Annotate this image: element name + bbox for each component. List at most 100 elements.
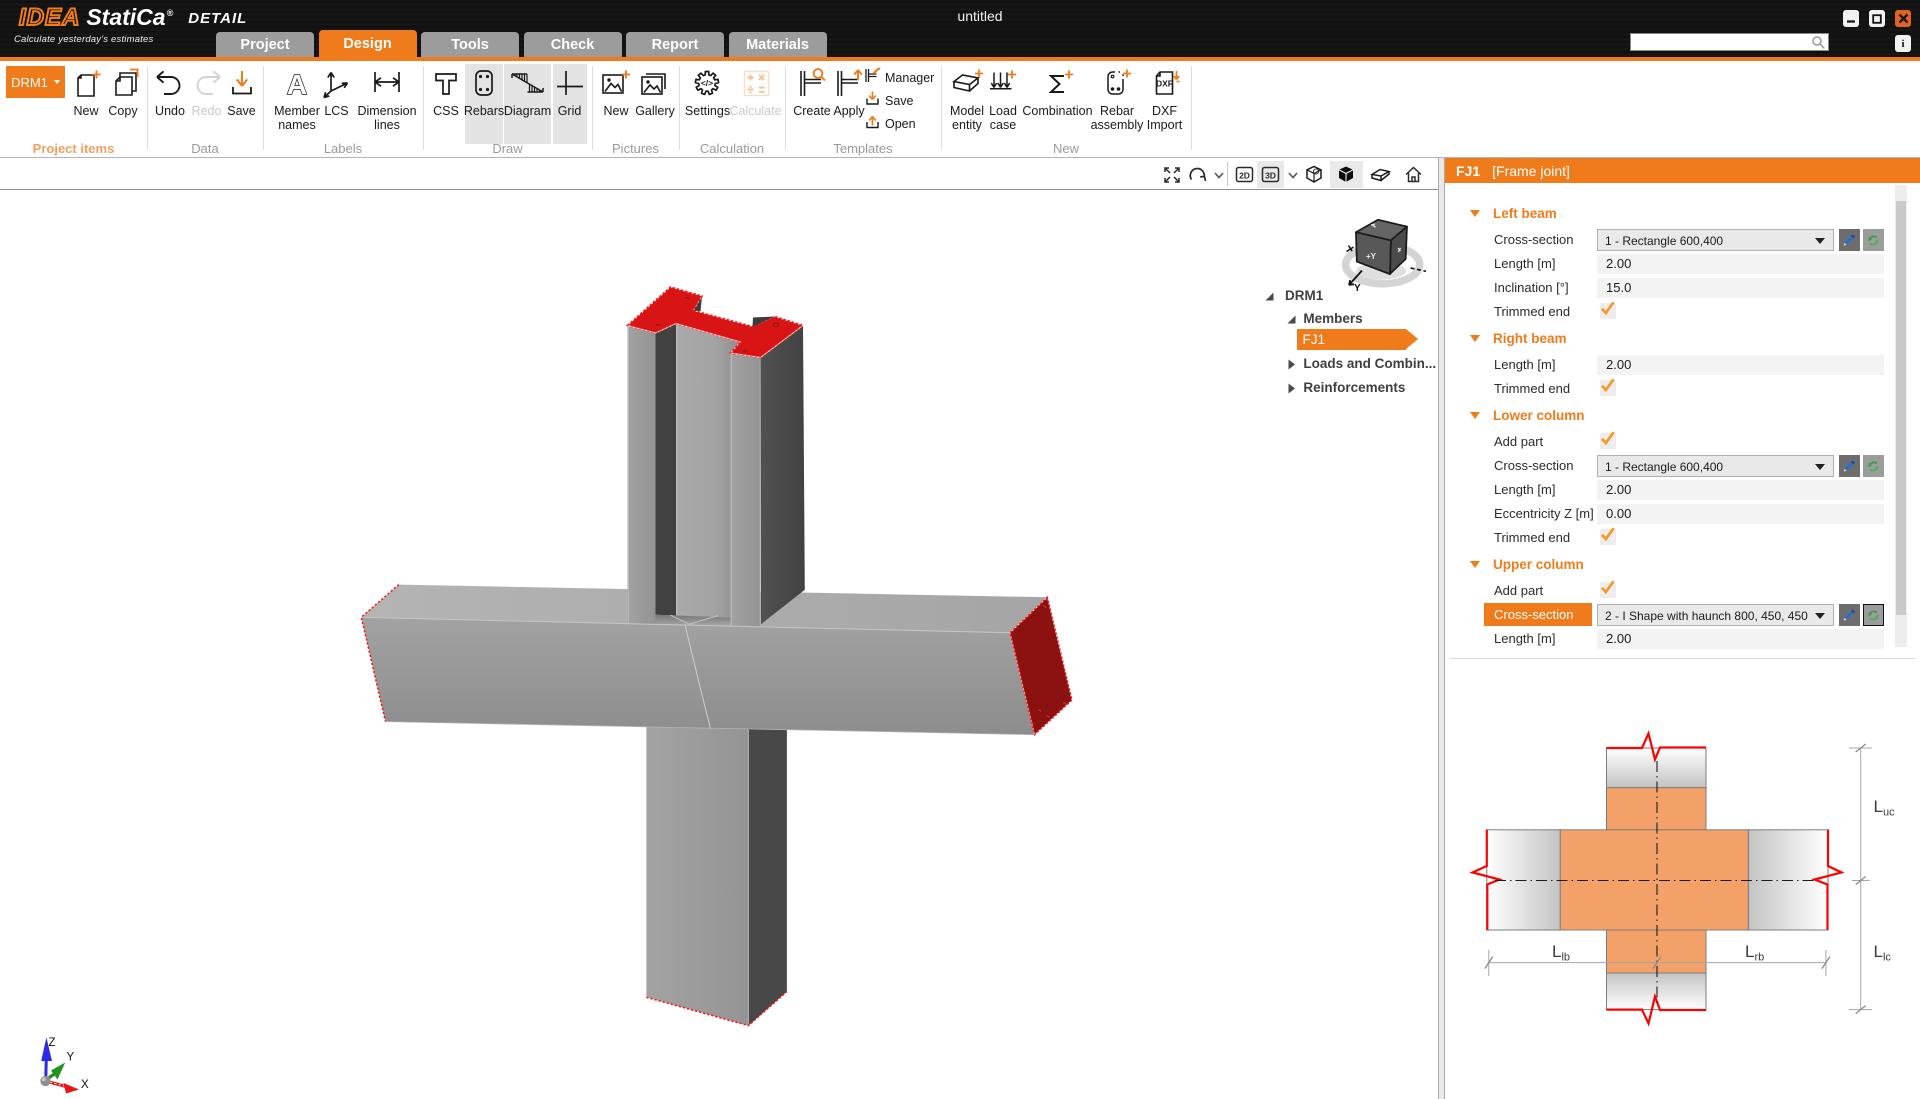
sync-cross-section-button[interactable] — [1863, 604, 1884, 626]
collapse-triangle-icon[interactable] — [1470, 210, 1480, 217]
info-button[interactable]: i — [1895, 35, 1911, 52]
collapse-triangle-icon[interactable] — [1470, 335, 1480, 342]
tab-report[interactable]: Report — [626, 32, 724, 57]
tab-project[interactable]: Project — [216, 32, 314, 57]
load-case-button[interactable]: Load case — [985, 64, 1021, 144]
open-template-button[interactable]: Open — [864, 116, 934, 132]
tree-collapsed-icon[interactable] — [1286, 353, 1297, 375]
section-lower-column[interactable]: Lower column — [1445, 404, 1585, 426]
tree-item-reinforcements[interactable]: Reinforcements — [1303, 376, 1405, 398]
edit-cross-section-button[interactable] — [1839, 229, 1860, 251]
render-section-button[interactable] — [1368, 161, 1394, 188]
property-label: Cross-section — [1494, 458, 1573, 473]
zoom-fit-button[interactable] — [1160, 161, 1184, 188]
ribbon-group-separator — [1191, 66, 1192, 150]
collapse-triangle-icon[interactable] — [1470, 412, 1480, 419]
rebar-assembly-button[interactable]: Rebar assembly — [1088, 64, 1146, 144]
cross-section-dropdown[interactable]: 2 - I Shape with haunch 800, 450, 450 — [1597, 604, 1834, 626]
rebars-button[interactable]: Rebars — [465, 64, 503, 144]
lcs-button[interactable]: LCS — [319, 64, 355, 144]
scrollbar-thumb[interactable] — [1896, 201, 1906, 615]
property-value-field[interactable]: 2.00 — [1597, 355, 1884, 375]
template-apply-icon — [831, 64, 867, 104]
sync-cross-section-button[interactable] — [1863, 455, 1884, 477]
save-template-button[interactable]: Save — [864, 93, 934, 109]
navigation-cube[interactable]: +Y Y — [1336, 205, 1436, 300]
dimension-lines-button[interactable]: Dimension lines — [356, 64, 418, 144]
ribbon-tabs: ProjectDesignToolsCheckReportMaterials — [216, 32, 831, 57]
new-button[interactable]: New — [67, 64, 105, 144]
member-names-button[interactable]: AMember names — [271, 64, 323, 144]
edit-cross-section-button[interactable] — [1839, 604, 1860, 626]
checkbox-checked[interactable] — [1600, 380, 1616, 396]
project-item-selector[interactable]: DRM1 — [6, 66, 65, 98]
model-entity-button[interactable]: Model entity — [946, 64, 988, 144]
apply-button[interactable]: Apply — [830, 64, 868, 144]
orbit-button[interactable] — [1186, 161, 1212, 188]
tab-design[interactable]: Design — [319, 30, 417, 57]
tree-item-members[interactable]: Members — [1303, 307, 1362, 329]
tab-check[interactable]: Check — [524, 32, 622, 57]
section-left-beam[interactable]: Left beam — [1445, 202, 1557, 224]
sync-cross-section-button[interactable] — [1863, 229, 1884, 251]
orbit-options-button[interactable] — [1211, 161, 1226, 188]
checkbox-checked[interactable] — [1600, 433, 1616, 449]
render-solid-button[interactable] — [1330, 161, 1363, 188]
copy-button[interactable]: Copy — [103, 64, 143, 144]
undo-button[interactable]: Undo — [148, 64, 192, 144]
checkbox-checked[interactable] — [1600, 303, 1616, 319]
navcube-face-label: +Y — [1366, 252, 1377, 261]
tree-expanded-icon[interactable] — [1286, 308, 1297, 330]
property-value-field[interactable]: 2.00 — [1597, 629, 1884, 649]
property-value-field[interactable]: 0.00 — [1597, 504, 1884, 524]
dxf-import-button[interactable]: DXFDXF Import — [1142, 64, 1188, 144]
property-value-field[interactable]: 15.0 — [1597, 278, 1884, 298]
manager-template-button[interactable]: Manager — [864, 70, 934, 86]
close-button[interactable] — [1895, 10, 1911, 27]
css-button[interactable]: CSS — [428, 64, 464, 144]
cross-section-dropdown[interactable]: 1 - Rectangle 600,400 — [1597, 455, 1834, 477]
dim-label-luc: Luc — [1874, 797, 1896, 819]
view-2d-button[interactable]: 2D — [1233, 161, 1256, 188]
grid-button[interactable]: Grid — [553, 64, 587, 144]
collapse-triangle-icon[interactable] — [1470, 561, 1480, 568]
create-button[interactable]: Create — [791, 64, 833, 144]
picture-new-icon — [598, 64, 634, 104]
property-value-field[interactable]: 2.00 — [1597, 480, 1884, 500]
tab-tools[interactable]: Tools — [421, 32, 519, 57]
minimize-button[interactable] — [1843, 10, 1859, 27]
panel-splitter[interactable] — [1438, 158, 1445, 1099]
section-upper-column[interactable]: Upper column — [1445, 553, 1584, 575]
view-options-button[interactable] — [1285, 161, 1300, 188]
tree-expanded-icon[interactable] — [1264, 285, 1275, 307]
viewport-3d[interactable]: +Y Y DRM1MembersFJ1Loads and Combin...Re… — [0, 191, 1438, 1099]
search-input[interactable] — [1630, 33, 1829, 51]
new-button[interactable]: New — [598, 64, 634, 144]
diagram-button[interactable]: Diagram — [504, 64, 551, 144]
maximize-button[interactable] — [1869, 10, 1885, 27]
save-button[interactable]: Save — [222, 64, 262, 144]
home-view-button[interactable] — [1402, 161, 1425, 188]
checkbox-checked[interactable] — [1600, 529, 1616, 545]
combination-button[interactable]: Combination — [1020, 64, 1096, 144]
edit-cross-section-button[interactable] — [1839, 455, 1860, 477]
dim-label-llc: Llc — [1874, 942, 1892, 964]
render-wireframe-button[interactable] — [1302, 161, 1327, 188]
tree-item-loads-and-combin-[interactable]: Loads and Combin... — [1303, 352, 1436, 374]
tab-materials[interactable]: Materials — [729, 32, 827, 57]
button-label: Member names — [274, 105, 320, 132]
gallery-button[interactable]: Gallery — [632, 64, 678, 144]
section-right-beam[interactable]: Right beam — [1445, 327, 1567, 349]
tree-item-drm1[interactable]: DRM1 — [1285, 284, 1323, 306]
property-label: Length [m] — [1494, 256, 1555, 271]
cross-section-dropdown[interactable]: 1 - Rectangle 600,400 — [1597, 229, 1834, 251]
registered-mark: ® — [167, 8, 174, 18]
property-value-field[interactable]: 2.00 — [1597, 254, 1884, 274]
frame-joint-3d-model[interactable] — [0, 191, 1438, 1099]
tree-item-fj1-selected[interactable]: FJ1 — [1297, 329, 1406, 350]
tree-collapsed-icon[interactable] — [1286, 377, 1297, 399]
button-label: Rebar assembly — [1091, 105, 1144, 132]
checkbox-checked[interactable] — [1600, 582, 1616, 598]
panel-scrollbar[interactable] — [1895, 185, 1907, 647]
view-3d-button[interactable]: 3D — [1257, 161, 1284, 188]
